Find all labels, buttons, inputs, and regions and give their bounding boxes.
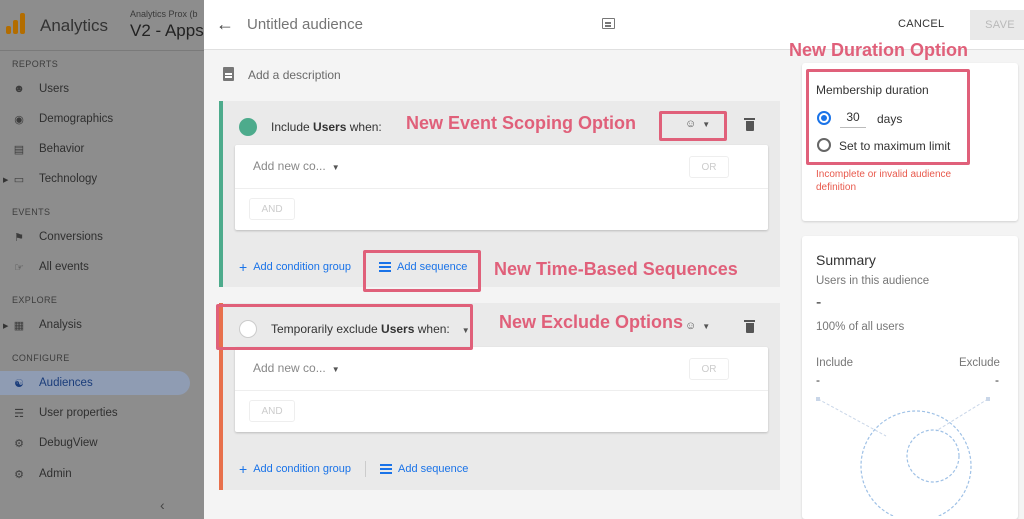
globe-icon: ◉ bbox=[14, 113, 24, 126]
add-sequence-link[interactable]: Add sequence bbox=[380, 463, 468, 475]
include-label: Include bbox=[816, 357, 854, 369]
highlight-duration-box bbox=[806, 69, 970, 165]
group-actions: + Add condition group Add sequence bbox=[239, 461, 468, 477]
exclude-label: Exclude bbox=[959, 357, 1000, 369]
card-divider bbox=[235, 390, 768, 391]
users-label: Users in this audience bbox=[816, 275, 930, 287]
and-button[interactable]: AND bbox=[249, 400, 295, 422]
audience-title[interactable]: Untitled audience bbox=[247, 16, 363, 33]
include-label: Include Users when: bbox=[271, 120, 382, 134]
document-icon bbox=[223, 67, 234, 81]
person-icon: ☻ bbox=[13, 83, 25, 95]
exclude-value: - bbox=[995, 373, 999, 387]
delete-icon[interactable] bbox=[744, 320, 755, 333]
percent-of-users: 100% of all users bbox=[816, 321, 905, 333]
nav-item-label: DebugView bbox=[39, 437, 98, 449]
nav-item-analysis[interactable]: ▦ Analysis bbox=[0, 313, 190, 337]
summary-title: Summary bbox=[816, 252, 876, 268]
nav-item-behavior[interactable]: ▤ Behavior bbox=[0, 137, 190, 161]
venn-diagram bbox=[816, 397, 990, 516]
collapse-nav-button[interactable]: ‹ bbox=[160, 497, 165, 513]
and-button[interactable]: AND bbox=[249, 198, 295, 220]
add-condition-group-link[interactable]: Add condition group bbox=[253, 261, 351, 273]
card-divider bbox=[235, 188, 768, 189]
person-icon: ☺ bbox=[685, 320, 697, 332]
nav-divider bbox=[0, 50, 204, 51]
nav-item-label: Admin bbox=[39, 468, 72, 480]
plus-icon: + bbox=[239, 259, 248, 275]
template-icon[interactable] bbox=[602, 18, 615, 29]
annotation-event-scoping: New Event Scoping Option bbox=[406, 113, 637, 133]
nav-item-label: Behavior bbox=[39, 143, 85, 155]
condition-card: Add new co... ▼ OR AND bbox=[235, 347, 768, 432]
touch-icon: ☞ bbox=[14, 261, 24, 274]
description-field[interactable]: Add a description bbox=[248, 68, 341, 82]
plus-icon: + bbox=[239, 461, 248, 477]
nav-item-user-properties[interactable]: ☴ User properties bbox=[0, 401, 190, 425]
account-name[interactable]: V2 - Apps bbox=[130, 21, 204, 41]
nav-item-admin[interactable]: ⚙ Admin bbox=[0, 462, 190, 486]
cancel-button[interactable]: CANCEL bbox=[898, 18, 944, 30]
debug-icon: ⚙ bbox=[14, 437, 24, 450]
include-status-icon bbox=[239, 118, 257, 136]
chevron-down-icon: ▼ bbox=[331, 163, 340, 172]
nav-item-label: Conversions bbox=[39, 231, 103, 243]
add-condition-dropdown[interactable]: Add new co... ▼ bbox=[253, 361, 353, 375]
gear-icon: ⚙ bbox=[14, 468, 24, 481]
nav-item-users[interactable]: ☻ Users bbox=[0, 77, 190, 101]
chevron-down-icon: ▼ bbox=[331, 365, 340, 374]
nav-item-technology[interactable]: ▭ Technology bbox=[0, 167, 190, 191]
back-arrow-icon[interactable]: ← bbox=[216, 14, 234, 35]
nav-item-label: Users bbox=[39, 83, 70, 95]
annotation-duration: New Duration Option bbox=[789, 40, 968, 60]
or-button[interactable]: OR bbox=[689, 156, 729, 178]
annotation-exclude: New Exclude Options bbox=[499, 312, 684, 332]
flag-icon: ⚑ bbox=[14, 231, 24, 244]
save-button[interactable]: SAVE bbox=[970, 10, 1024, 40]
divider bbox=[365, 461, 367, 477]
summary-card: Summary Users in this audience - 100% of… bbox=[802, 236, 1018, 519]
validation-error: Incomplete or invalid audience definitio… bbox=[816, 169, 952, 193]
or-button[interactable]: OR bbox=[689, 358, 729, 380]
nav-item-all-events[interactable]: ☞ All events bbox=[0, 255, 190, 279]
nav-item-demographics[interactable]: ◉ Demographics bbox=[0, 107, 190, 131]
add-condition-dropdown[interactable]: Add new co... ▼ bbox=[253, 159, 353, 173]
audiences-icon: ☯ bbox=[14, 377, 24, 390]
nav-item-label: Technology bbox=[39, 173, 98, 185]
nav-item-label: Analysis bbox=[39, 319, 82, 331]
section-explore: EXPLORE bbox=[12, 295, 58, 305]
nav-item-label: User properties bbox=[39, 407, 118, 419]
nav-item-label: Audiences bbox=[39, 377, 93, 389]
chevron-down-icon: ▼ bbox=[702, 321, 711, 331]
section-reports: REPORTS bbox=[12, 59, 59, 69]
add-condition-group-link[interactable]: Add condition group bbox=[253, 463, 351, 475]
event-scope-dropdown[interactable]: ☺ ▼ bbox=[685, 320, 710, 332]
section-events: EVENTS bbox=[12, 207, 51, 217]
delete-icon[interactable] bbox=[744, 118, 755, 131]
technology-icon: ▭ bbox=[13, 173, 25, 186]
highlight-exclude-box bbox=[216, 304, 473, 350]
sequence-icon bbox=[380, 464, 393, 474]
include-value: - bbox=[816, 373, 820, 387]
nav-item-label: All events bbox=[39, 261, 89, 273]
analytics-logo-icon bbox=[6, 12, 26, 34]
nav-item-audiences[interactable]: ☯ Audiences bbox=[0, 371, 190, 395]
highlight-sequence-box bbox=[363, 250, 481, 292]
analysis-icon: ▦ bbox=[13, 319, 25, 332]
behavior-icon: ▤ bbox=[13, 143, 25, 156]
nav-item-conversions[interactable]: ⚑ Conversions bbox=[0, 225, 190, 249]
annotation-sequences: New Time-Based Sequences bbox=[494, 259, 738, 279]
highlight-scope-box bbox=[659, 111, 727, 141]
app-name: Analytics bbox=[40, 16, 109, 35]
left-nav: Analytics Analytics Prox (b V2 - Apps RE… bbox=[0, 0, 204, 519]
users-value: - bbox=[816, 294, 822, 311]
condition-card: Add new co... ▼ OR AND bbox=[235, 145, 768, 230]
account-subtitle[interactable]: Analytics Prox (b bbox=[130, 9, 198, 19]
nav-item-debugview[interactable]: ⚙ DebugView bbox=[0, 431, 190, 455]
user-properties-icon: ☴ bbox=[14, 407, 24, 420]
nav-item-label: Demographics bbox=[39, 113, 114, 125]
section-configure: CONFIGURE bbox=[12, 353, 70, 363]
